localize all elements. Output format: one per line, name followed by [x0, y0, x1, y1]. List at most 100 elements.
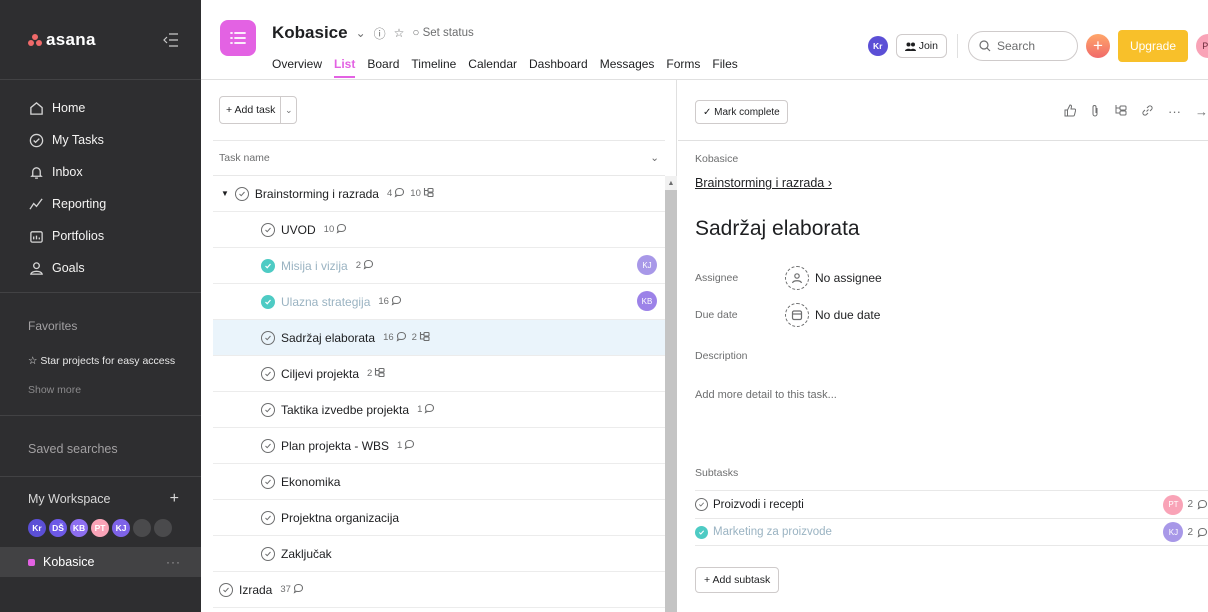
subtask-row[interactable]: Marketing za proizvode KJ 2 [695, 518, 1208, 546]
caret-down-icon[interactable]: ▼ [221, 189, 229, 198]
tab-timeline[interactable]: Timeline [411, 57, 456, 78]
folder-icon [28, 228, 44, 244]
subtask-row[interactable]: Proizvodi i recepti PT 2 [695, 490, 1208, 518]
parent-task-link[interactable]: Brainstorming i razrada › [695, 176, 832, 190]
avatar[interactable]: Kr [28, 519, 46, 537]
subtask-icon[interactable] [1114, 104, 1127, 120]
chevron-down-icon[interactable]: ⌄ [280, 97, 296, 123]
table-row[interactable]: Misija i vizija 2 KJ [213, 248, 665, 284]
table-row[interactable]: Taktika izvedbe projekta 1 [213, 392, 665, 428]
sidebar-item-reporting[interactable]: Reporting [0, 188, 201, 220]
asana-logo[interactable]: asana [28, 30, 96, 50]
sidebar-item-goals[interactable]: Goals [0, 252, 201, 284]
close-pane-icon[interactable]: → [1195, 104, 1208, 120]
due-date-picker[interactable]: No due date [785, 303, 880, 327]
table-row[interactable]: Ekonomika [213, 464, 665, 500]
avatar[interactable]: KJ [1163, 522, 1184, 542]
sidebar-collapse-icon[interactable] [163, 32, 181, 47]
complete-checkbox[interactable] [261, 402, 275, 417]
complete-checkbox[interactable] [261, 510, 275, 525]
avatar[interactable]: DŠ [49, 519, 67, 537]
table-row[interactable]: UVOD 10 [213, 212, 665, 248]
workspace-members[interactable]: Kr DŠ KB PT KJ [0, 513, 201, 543]
avatar-placeholder[interactable] [154, 519, 172, 537]
sidebar-project-kobasice[interactable]: Kobasice ··· [0, 547, 201, 577]
more-icon[interactable]: ··· [166, 555, 181, 569]
sidebar-item-home[interactable]: Home [0, 92, 201, 124]
table-row[interactable]: Plan projekta - WBS 1 [213, 428, 665, 464]
table-row[interactable]: Izrada 37 [213, 572, 665, 608]
avatar[interactable]: PT [91, 519, 109, 537]
complete-checkbox[interactable] [695, 498, 708, 511]
add-subtask-button[interactable]: + Add subtask [695, 567, 780, 593]
complete-checkbox[interactable] [234, 186, 249, 201]
favorites-hint[interactable]: ☆ Star projects for easy access [0, 351, 201, 381]
link-icon[interactable] [1141, 104, 1154, 120]
show-more-link[interactable]: Show more [0, 381, 201, 415]
tab-list[interactable]: List [334, 57, 356, 78]
star-icon[interactable]: ☆ [394, 26, 405, 40]
more-icon[interactable]: ··· [1168, 104, 1181, 120]
comment-count-value: 1 [397, 440, 403, 451]
complete-checkbox[interactable] [261, 474, 275, 489]
saved-searches-link[interactable]: Saved searches [0, 416, 201, 476]
mark-complete-button[interactable]: ✓ Mark complete [695, 100, 788, 124]
avatar[interactable]: KJ [112, 519, 130, 537]
create-button[interactable]: + [1085, 34, 1110, 58]
avatar-placeholder[interactable] [133, 519, 151, 537]
avatar[interactable]: KB [70, 519, 88, 537]
avatar[interactable]: KJ [637, 255, 657, 275]
upgrade-button[interactable]: Upgrade [1117, 30, 1188, 62]
sidebar-item-portfolios[interactable]: Portfolios [0, 220, 201, 252]
complete-checkbox[interactable] [261, 222, 275, 237]
assignee-picker[interactable]: No assignee [785, 266, 882, 290]
table-row[interactable]: Ulazna strategija 16 KB [213, 284, 665, 320]
complete-checkbox[interactable] [261, 438, 275, 453]
comment-count: 2 [356, 259, 374, 273]
set-status-button[interactable]: ○ Set status [412, 27, 473, 39]
tab-forms[interactable]: Forms [666, 57, 700, 78]
task-group-row[interactable]: ▼ Brainstorming i razrada 4 10 [213, 176, 665, 212]
column-header-task-name[interactable]: Task name ⌄ [213, 140, 665, 176]
workspace-row[interactable]: My Workspace + [0, 485, 201, 513]
sidebar-item-my-tasks[interactable]: My Tasks [0, 124, 201, 156]
chevron-down-icon[interactable]: ⌄ [650, 152, 659, 164]
tab-files[interactable]: Files [712, 57, 737, 78]
complete-checkbox[interactable] [261, 294, 275, 309]
table-row[interactable]: Zaključak [213, 536, 665, 572]
join-button[interactable]: Join [895, 34, 947, 58]
info-icon[interactable]: ⓘ [374, 25, 386, 42]
complete-checkbox[interactable] [261, 330, 275, 345]
scrollbar[interactable] [665, 176, 677, 612]
task-title[interactable]: Sadržaj elaborata [695, 217, 860, 241]
tab-calendar[interactable]: Calendar [468, 57, 517, 78]
attachment-icon[interactable] [1090, 104, 1100, 120]
scroll-up-arrow[interactable]: ▲ [665, 176, 677, 190]
table-row[interactable]: Ciljevi projekta 2 [213, 356, 665, 392]
add-task-button[interactable]: + Add task [220, 97, 280, 123]
complete-checkbox[interactable] [261, 366, 275, 381]
tab-messages[interactable]: Messages [600, 57, 655, 78]
search-input[interactable]: Search [967, 31, 1078, 61]
detail-project-name[interactable]: Kobasice [695, 153, 738, 165]
tab-dashboard[interactable]: Dashboard [529, 57, 588, 78]
avatar[interactable]: PT [1163, 494, 1184, 515]
sidebar-item-inbox[interactable]: Inbox [0, 156, 201, 188]
table-row[interactable]: Projektna organizacija [213, 500, 665, 536]
chevron-down-icon[interactable]: ⌄ [356, 26, 366, 40]
description-input[interactable]: Add more detail to this task... [695, 389, 837, 401]
user-avatar[interactable]: PT [1196, 34, 1208, 58]
avatar[interactable]: KB [637, 291, 657, 311]
table-row[interactable]: Sadržaj elaborata 16 2 [213, 320, 665, 356]
project-title: Kobasice [272, 23, 348, 42]
complete-checkbox[interactable] [261, 546, 275, 561]
avatar[interactable]: Kr [867, 36, 888, 56]
workspace-add-button[interactable]: + [170, 490, 179, 508]
column-label: Task name [219, 152, 270, 164]
like-icon[interactable] [1064, 104, 1077, 120]
tab-board[interactable]: Board [367, 57, 399, 78]
complete-checkbox[interactable] [219, 582, 233, 597]
complete-checkbox[interactable] [695, 525, 708, 539]
complete-checkbox[interactable] [261, 258, 275, 273]
tab-overview[interactable]: Overview [272, 57, 322, 78]
